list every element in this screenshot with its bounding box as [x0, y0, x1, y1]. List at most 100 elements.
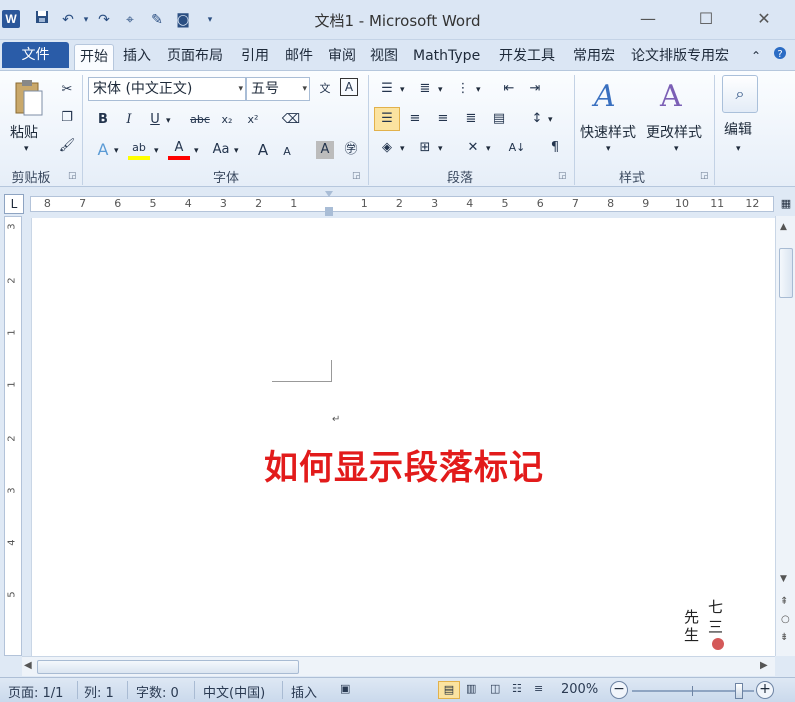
tab-file[interactable]: 文件 — [2, 42, 69, 68]
paragraph-launcher-icon[interactable]: ◲ — [558, 171, 568, 181]
macro-record-icon[interactable]: ▣ — [340, 682, 350, 695]
align-left-button[interactable]: ☰ — [374, 107, 400, 131]
show-paragraph-marks-icon[interactable]: ¶ — [544, 137, 566, 159]
multilevel-list-icon[interactable]: ⋮ — [452, 78, 474, 100]
web-layout-view-icon[interactable]: ◫ — [490, 682, 500, 695]
tab-selector-button[interactable]: L — [4, 194, 24, 214]
scroll-right-icon[interactable]: ▶ — [760, 660, 768, 671]
zoom-in-icon[interactable]: + — [756, 681, 774, 699]
justify-button[interactable]: ≣ — [460, 108, 482, 130]
font-color-dropdown-icon[interactable]: ▾ — [194, 146, 199, 156]
previous-page-icon[interactable]: ⇞ — [780, 596, 788, 607]
grow-font-button[interactable]: A — [252, 139, 274, 161]
tab-mathtype[interactable]: MathType — [408, 44, 485, 70]
distributed-button[interactable]: ▤ — [488, 108, 510, 130]
chevron-down-icon[interactable]: ▾ — [238, 78, 243, 100]
highlight-icon[interactable]: ab — [128, 137, 150, 160]
status-language[interactable]: 中文(中国) — [203, 682, 265, 701]
quick-styles-icon[interactable]: A — [594, 79, 616, 114]
close-button[interactable]: ✕ — [742, 6, 786, 32]
editing-dropdown-icon[interactable]: ▾ — [736, 144, 741, 154]
chevron-down-icon[interactable]: ▾ — [302, 78, 307, 100]
numbering-dropdown-icon[interactable]: ▾ — [438, 85, 443, 95]
vertical-scrollbar[interactable]: ▲ ▼ ⇞ ○ ⇟ — [775, 216, 795, 656]
tab-macros[interactable]: 常用宏 — [568, 44, 620, 70]
font-launcher-icon[interactable]: ◲ — [352, 171, 362, 181]
tab-view[interactable]: 视图 — [365, 44, 403, 70]
browse-object-icon[interactable]: ○ — [781, 614, 790, 625]
align-right-button[interactable]: ≡ — [432, 108, 454, 130]
status-page[interactable]: 页面: 1/1 — [8, 682, 63, 701]
chinese-layout-icon[interactable]: ✕ — [462, 137, 484, 159]
underline-dropdown-icon[interactable]: ▾ — [166, 116, 171, 126]
tab-developer[interactable]: 开发工具 — [494, 44, 560, 70]
quick-styles-button[interactable]: 快速样式 — [580, 122, 636, 142]
text-effects-dropdown-icon[interactable]: ▾ — [114, 146, 119, 156]
tab-home[interactable]: 开始 — [74, 44, 114, 70]
bullets-icon[interactable]: ☰ — [376, 78, 398, 100]
tab-review[interactable]: 审阅 — [323, 44, 361, 70]
superscript-button[interactable]: x² — [242, 109, 264, 131]
format-painter-icon[interactable]: 🖌 — [56, 135, 78, 157]
change-styles-dropdown-icon[interactable]: ▾ — [674, 144, 679, 154]
bold-button[interactable]: B — [92, 109, 114, 131]
scroll-left-icon[interactable]: ◀ — [24, 660, 32, 671]
next-page-icon[interactable]: ⇟ — [780, 632, 788, 643]
change-case-button[interactable]: Aa — [208, 139, 234, 161]
decrease-indent-icon[interactable]: ⇤ — [498, 78, 520, 100]
text-effects-icon[interactable]: A — [92, 139, 114, 161]
shading-icon[interactable]: ◈ — [376, 137, 398, 159]
highlight-dropdown-icon[interactable]: ▾ — [154, 146, 159, 156]
borders-dropdown-icon[interactable]: ▾ — [438, 144, 443, 154]
enclose-characters-icon[interactable]: ㊫ — [340, 139, 362, 161]
status-column[interactable]: 列: 1 — [84, 682, 114, 701]
first-line-indent-marker[interactable] — [325, 191, 333, 199]
view-ruler-icon[interactable]: ▦ — [778, 196, 794, 212]
paste-icon[interactable] — [12, 79, 46, 119]
status-word-count[interactable]: 字数: 0 — [136, 682, 179, 701]
horizontal-scroll-thumb[interactable] — [37, 660, 299, 674]
strikethrough-button[interactable]: abc — [186, 109, 214, 131]
status-mode[interactable]: 插入 — [291, 682, 317, 701]
shading-dropdown-icon[interactable]: ▾ — [400, 144, 405, 154]
tab-mailings[interactable]: 邮件 — [280, 44, 318, 70]
increase-indent-icon[interactable]: ⇥ — [524, 78, 546, 100]
font-name-combo[interactable]: 宋体 (中文正文) ▾ — [88, 77, 246, 101]
zoom-slider-thumb[interactable] — [735, 683, 744, 699]
bullets-dropdown-icon[interactable]: ▾ — [400, 85, 405, 95]
tab-references[interactable]: 引用 — [236, 44, 274, 70]
find-binoculars-icon[interactable]: ⌕ — [722, 75, 758, 113]
zoom-out-icon[interactable]: − — [610, 681, 628, 699]
italic-button[interactable]: I — [118, 109, 140, 131]
styles-launcher-icon[interactable]: ◲ — [700, 171, 710, 181]
line-spacing-dropdown-icon[interactable]: ▾ — [548, 115, 553, 125]
vertical-scroll-thumb[interactable] — [779, 248, 793, 298]
document-heading[interactable]: 如何显示段落标记 — [264, 440, 544, 489]
line-spacing-icon[interactable]: ↕ — [526, 108, 548, 130]
tab-thesis-macros[interactable]: 论文排版专用宏 — [626, 44, 734, 70]
phonetic-guide-icon[interactable]: 文 — [314, 78, 336, 100]
subscript-button[interactable]: x₂ — [216, 109, 238, 131]
minimize-button[interactable]: — — [626, 6, 670, 32]
draft-view-icon[interactable]: ≡ — [534, 682, 543, 695]
paste-dropdown-icon[interactable]: ▾ — [24, 144, 29, 154]
copy-icon[interactable]: ❐ — [56, 107, 78, 129]
change-styles-button[interactable]: 更改样式 — [646, 122, 702, 142]
cut-icon[interactable]: ✂ — [56, 79, 78, 101]
borders-icon[interactable]: ⊞ — [414, 137, 436, 159]
multilevel-dropdown-icon[interactable]: ▾ — [476, 85, 481, 95]
shrink-font-button[interactable]: A — [276, 141, 298, 163]
clipboard-launcher-icon[interactable]: ◲ — [68, 171, 78, 181]
underline-button[interactable]: U — [144, 109, 166, 131]
maximize-button[interactable]: ☐ — [684, 6, 728, 32]
outline-view-icon[interactable]: ☷ — [512, 682, 522, 695]
horizontal-scrollbar[interactable]: ◀ ▶ — [22, 656, 775, 676]
quick-styles-dropdown-icon[interactable]: ▾ — [606, 144, 611, 154]
editing-button[interactable]: 编辑 — [724, 119, 752, 139]
document-page[interactable]: ↵ 如何显示段落标记 — [31, 218, 775, 656]
collapse-ribbon-icon[interactable]: ⌃ — [746, 44, 766, 70]
clear-formatting-icon[interactable]: ⌫ — [280, 109, 302, 131]
scroll-up-icon[interactable]: ▲ — [780, 222, 787, 232]
character-border-icon[interactable]: A — [340, 78, 358, 96]
full-screen-view-icon[interactable]: ▥ — [466, 682, 476, 695]
